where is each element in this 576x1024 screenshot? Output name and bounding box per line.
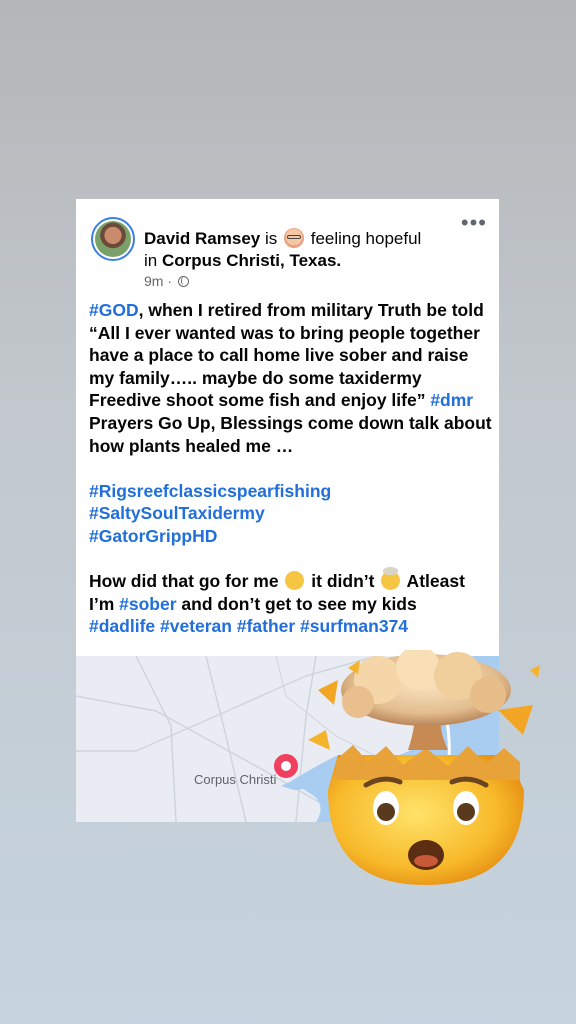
post-text: “All I ever wanted was to bring people t…	[89, 322, 480, 343]
post-body-line: Freedive shoot some fish and enjoy life”…	[89, 389, 491, 412]
post-body-line: #Rigsreefclassicspearfishing	[89, 480, 491, 503]
post-body-line: #SaltySoulTaxidermy	[89, 502, 491, 525]
hashtag-link[interactable]: #SaltySoulTaxidermy	[89, 503, 265, 523]
post-text: Prayers Go Up, Blessings come down talk …	[89, 412, 492, 433]
rofl-emoji-icon	[285, 571, 305, 591]
hashtag-link[interactable]: #GatorGrippHD	[89, 526, 217, 546]
post-body-line: how plants healed me …	[89, 435, 491, 458]
is-word: is	[264, 229, 278, 248]
post-text: my family….. maybe do some taxidermy	[89, 367, 422, 388]
post-text: Atleast	[402, 571, 465, 592]
post-text: I’m	[89, 593, 120, 614]
more-options-icon[interactable]: •••	[461, 212, 487, 234]
in-word: in	[144, 251, 158, 270]
post-body-line: Prayers Go Up, Blessings come down talk …	[89, 412, 492, 435]
post-text: and don’t get to see my kids	[176, 593, 417, 614]
post-body-line: #GOD, when I retired from military Truth…	[89, 299, 491, 322]
post-body-line: my family….. maybe do some taxidermy	[89, 367, 491, 390]
hashtag-link[interactable]: #dmr	[430, 390, 473, 410]
nerd-face-emoji-icon	[283, 228, 304, 248]
post-text: how plants healed me …	[89, 435, 294, 456]
post-text: have a place to call home live sober and…	[89, 345, 469, 366]
hashtag-link[interactable]: #Rigsreefclassicspearfishing	[89, 481, 331, 501]
author-avatar[interactable]	[91, 217, 135, 261]
hashtag-link[interactable]: #sober	[119, 594, 176, 614]
post-meta: 9m ·	[144, 273, 189, 289]
exploding-head-small-emoji-icon	[381, 567, 401, 591]
location-pin-icon	[274, 754, 298, 778]
exploding-head-emoji-icon	[308, 650, 540, 885]
post-body-line: #dadlife #veteran #father #surfman374	[89, 615, 491, 638]
post-text: Freedive shoot some fish and enjoy life”	[89, 390, 431, 411]
post-body-line: #GatorGrippHD	[89, 525, 491, 548]
author-name[interactable]: David Ramsey	[144, 229, 260, 248]
post-text: How did that go for me	[89, 571, 284, 592]
post-text: it didn’t	[306, 571, 380, 592]
map-city-label: Corpus Christi	[194, 772, 277, 787]
post-text: , when I retired from military Truth be …	[138, 300, 484, 320]
globe-icon	[177, 276, 189, 287]
avatar-photo	[95, 221, 131, 257]
post-body-line: have a place to call home live sober and…	[89, 344, 491, 367]
hashtag-link[interactable]: #GOD	[89, 300, 139, 320]
hashtag-link[interactable]: #dadlife #veteran #father #surfman374	[89, 616, 408, 636]
post-body: #GOD, when I retired from military Truth…	[89, 299, 492, 638]
post-time[interactable]: 9m ·	[144, 273, 172, 289]
feeling-text: feeling hopeful	[310, 229, 422, 248]
post-header-line-2: in Corpus Christi, Texas.	[144, 250, 341, 272]
post-body-line: “All I ever wanted was to bring people t…	[89, 322, 491, 345]
location-link[interactable]: Corpus Christi, Texas.	[162, 251, 341, 270]
post-body-line: How did that go for me it didn’t Atleast	[89, 567, 491, 593]
post-header-line-1: David Ramsey is feeling hopeful	[144, 228, 421, 250]
post-body-line: I’m #sober and don’t get to see my kids	[89, 593, 491, 616]
